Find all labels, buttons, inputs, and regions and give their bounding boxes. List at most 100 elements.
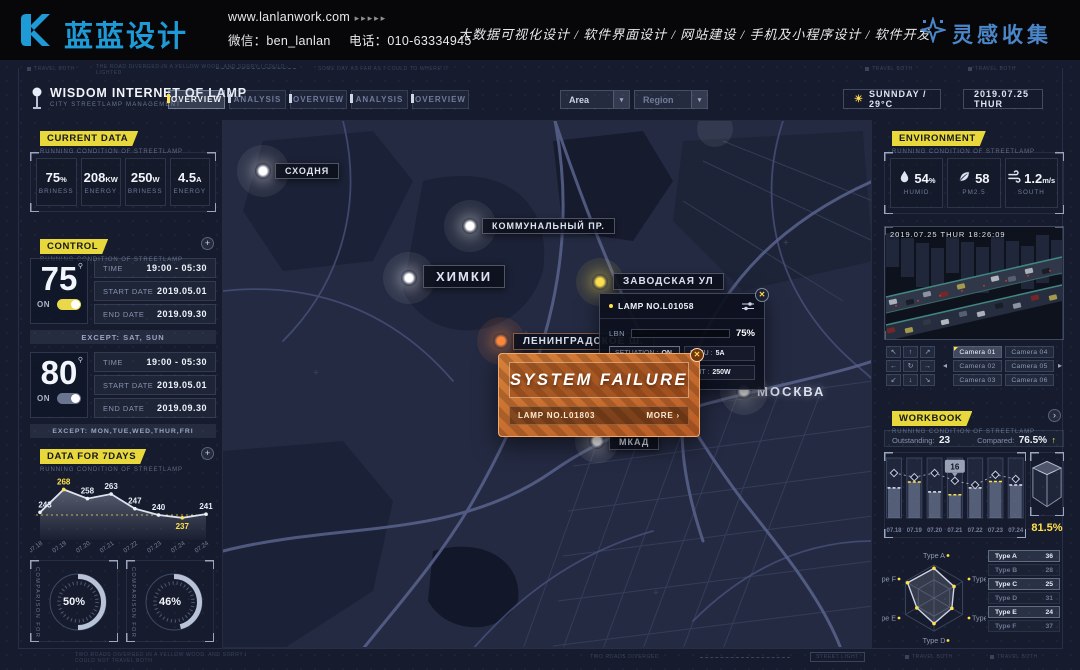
workbook-expand-button[interactable]: › [1048, 409, 1061, 422]
cube-3d-icon [1031, 456, 1063, 512]
workbook-bar-chart: 1607.1807.1907.2007.2107.2207.2307.24 [884, 452, 1026, 538]
camera-next-button[interactable]: ▸ [1056, 360, 1064, 372]
type-radar-chart: Type AType BType CType DType EType F [882, 544, 986, 650]
svg-text:247: 247 [128, 497, 142, 506]
camera-05-button[interactable]: Camera 05 [1005, 360, 1054, 372]
alert-lamp-id: LAMP NO.L01803 [518, 411, 595, 420]
comparison-gauge-2: COMPARISON FOR 46% [126, 560, 214, 642]
type-row-f: Type F37 [988, 620, 1060, 632]
map-pin-leningradskoe[interactable] [493, 333, 509, 349]
alert-title: SYSTEM FAILURE [509, 362, 689, 398]
map-pin-zavodskaya[interactable] [592, 274, 608, 290]
lanlan-logo-icon [18, 12, 58, 48]
svg-text:+: + [653, 588, 659, 599]
chevron-down-icon: ▾ [613, 91, 629, 108]
svg-text:07.21: 07.21 [99, 540, 116, 554]
environment-title: ENVIRONMENT [892, 131, 986, 146]
svg-text:07.24: 07.24 [193, 540, 210, 554]
map-label-skhodnya[interactable]: СХОДНЯ [275, 163, 339, 179]
on-label: ON [37, 394, 50, 403]
alert-close-button[interactable]: ✕ [690, 348, 704, 362]
except-row-2: EXCEPT: MON,TUE,WED,THUR,FRI [30, 424, 216, 438]
trend-up-icon: ↑ [1052, 435, 1057, 445]
svg-text:Type E: Type E [882, 614, 896, 623]
brightness-bar[interactable] [631, 329, 730, 338]
control-title: CONTROL [40, 239, 108, 254]
city-map[interactable]: ++++ СХОДНЯ КОММУНАЛЬНЫЙ ПР. ХИМКИ ЗАВОД… [222, 120, 872, 648]
camera-feed[interactable]: 2019.07.25 THUR 18:26:09 [884, 226, 1064, 340]
svg-text:07.21: 07.21 [947, 528, 963, 534]
left-frame-line [18, 68, 19, 648]
collect-button[interactable]: 灵感收集 [952, 19, 1052, 49]
website-url: www.lanlanwork.com [228, 10, 350, 24]
streetlamp-dashboard: 蓝蓝设计 www.lanlanwork.com ▸▸▸▸▸ 微信：ben_lan… [0, 0, 1080, 670]
env-card-pm25: 58 PM2.5 [947, 158, 1000, 208]
gauge-value-2: 46% [127, 596, 213, 608]
svg-text:241: 241 [199, 502, 213, 511]
map-label-khimki[interactable]: ХИМКИ [423, 265, 505, 288]
region-select[interactable]: Region ▾ [634, 90, 708, 109]
week-chart-title: DATA FOR 7DAYS [40, 449, 146, 464]
map-label-kommunalny[interactable]: КОММУНАЛЬНЫЙ ПР. [482, 218, 615, 234]
camera-03-button[interactable]: Camera 03 [953, 374, 1002, 386]
start-date-row-2: START DATE2019.05.01 [94, 375, 216, 395]
pan-up-button[interactable]: ↑ [903, 346, 918, 358]
decor-text: TRAVEL BOTH [27, 66, 75, 72]
area-select[interactable]: Area ▾ [560, 90, 630, 109]
control-add-button[interactable]: + [201, 237, 214, 250]
camera-02-button[interactable]: Camera 02 [953, 360, 1002, 372]
brightness-percent: 75% [736, 328, 755, 339]
pan-up-right-button[interactable]: ↗ [920, 346, 935, 358]
brightness-group-2: ⚲ 80 ON [30, 352, 88, 418]
lamp-mini-icon: ⚲ [78, 262, 83, 270]
map-pin-skhodnya[interactable] [255, 163, 271, 179]
leaf-icon [958, 170, 971, 183]
pan-left-button[interactable]: ← [886, 360, 901, 372]
services-list: 大数据可视化设计 / 软件界面设计 / 网站建设 / 手机及小程序设计 / 软件… [458, 24, 930, 43]
map-label-zavodskaya[interactable]: ЗАВОДСКАЯ УЛ [613, 273, 724, 290]
pan-down-right-button[interactable]: ↘ [920, 374, 935, 386]
camera-04-button[interactable]: Camera 04 [1005, 346, 1054, 358]
camera-timestamp: 2019.07.25 THUR 18:26:09 [890, 230, 1006, 239]
sliders-icon[interactable] [741, 301, 755, 311]
tab-overview-2[interactable]: OVERVIEW [290, 90, 347, 109]
svg-text:07.19: 07.19 [51, 540, 68, 554]
camera-06-button[interactable]: Camera 06 [1005, 374, 1054, 386]
svg-text:258: 258 [81, 487, 95, 496]
start-date-row-1: START DATE2019.05.01 [94, 281, 216, 301]
map-label-moskva[interactable]: МОСКВА [757, 384, 825, 399]
map-pin-kommunalny[interactable] [462, 218, 478, 234]
tab-overview-1[interactable]: OVERVIEW [168, 90, 225, 109]
lamp-mini-icon: ⚲ [78, 356, 83, 364]
camera-prev-button[interactable]: ◂ [941, 360, 949, 372]
wechat-contact: 微信：ben_lanlan [228, 34, 331, 48]
pan-down-left-button[interactable]: ↙ [886, 374, 901, 386]
type-row-c: Type C25 [988, 578, 1060, 590]
pan-right-button[interactable]: → [920, 360, 935, 372]
tab-analysis-2[interactable]: ANALYSIS [351, 90, 408, 109]
power-toggle-1[interactable] [57, 299, 81, 310]
svg-text:Type C: Type C [972, 614, 986, 623]
svg-text:240: 240 [152, 503, 166, 512]
svg-text:07.18: 07.18 [886, 528, 902, 534]
wind-icon [1008, 170, 1021, 183]
map-pin-khimki[interactable] [401, 270, 417, 286]
tab-analysis-1[interactable]: ANALYSIS [229, 90, 286, 109]
decor-text: TWO ROADS DIVERGED [590, 654, 659, 660]
type-row-d: Type D31 [988, 592, 1060, 604]
svg-text:07.20: 07.20 [75, 540, 92, 554]
svg-text:Type F: Type F [882, 575, 897, 584]
week-chart-add-button[interactable]: + [201, 447, 214, 460]
camera-01-button[interactable]: Camera 01 [953, 346, 1002, 358]
power-toggle-2[interactable] [57, 393, 81, 404]
pan-down-button[interactable]: ↓ [903, 374, 918, 386]
reset-view-button[interactable]: ↻ [903, 360, 918, 372]
svg-text:07.19: 07.19 [907, 528, 923, 534]
lamp-id: LAMP NO.L01058 [618, 301, 694, 311]
workbook-title: WORKBOOK [892, 411, 972, 426]
more-button[interactable]: MORE › [646, 411, 680, 420]
tab-overview-3[interactable]: OVERVIEW [412, 90, 469, 109]
pan-up-left-button[interactable]: ↖ [886, 346, 901, 358]
svg-text:Type A: Type A [923, 551, 945, 560]
popup-close-button[interactable]: ✕ [755, 288, 769, 302]
